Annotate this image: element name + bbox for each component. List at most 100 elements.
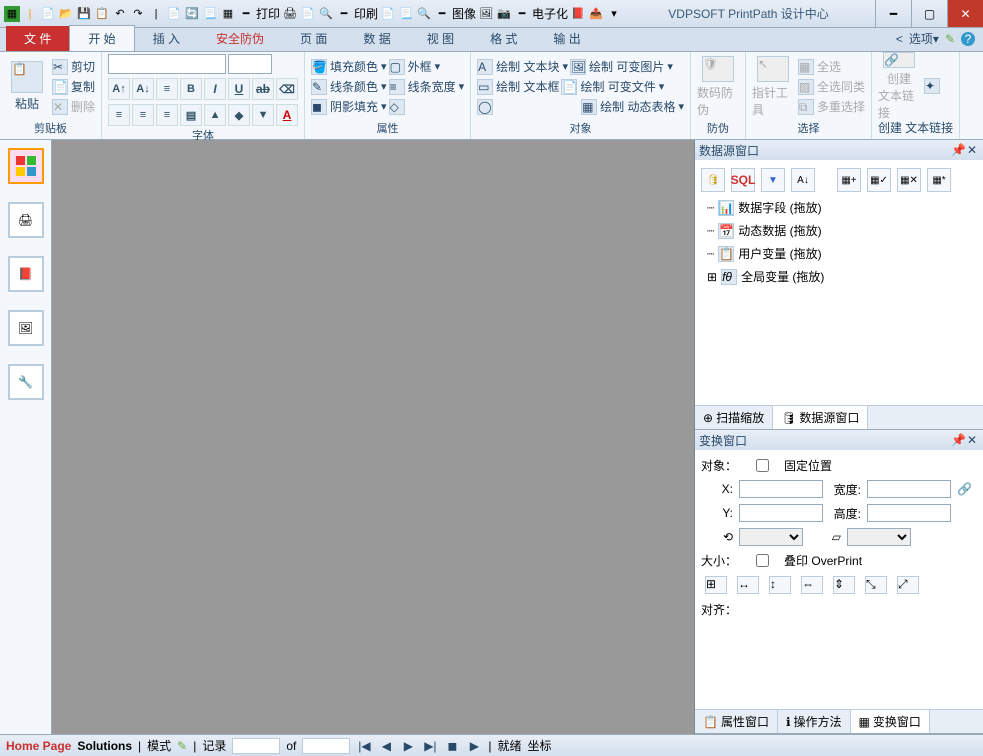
tree-dynamicdata[interactable]: ┈📅动态数据 (拖放) — [699, 219, 979, 242]
print-icon[interactable]: 🖨 — [282, 6, 298, 22]
tab-data-source[interactable]: 🛢数据源窗口 — [773, 406, 868, 429]
align-center-icon[interactable]: ≡ — [132, 104, 154, 126]
close-button[interactable]: ✕ — [947, 0, 983, 27]
press-icon[interactable]: 📄 — [380, 6, 396, 22]
align-left-icon[interactable]: ≡ — [108, 104, 130, 126]
tab-data[interactable]: 数 据 — [345, 26, 408, 51]
pin2-icon[interactable]: 📌 — [951, 433, 965, 447]
qat-print-label[interactable]: 打印 — [256, 5, 280, 22]
draw-textblock-button[interactable]: A绘制 文本块▾ — [477, 57, 568, 76]
valign-top-icon[interactable]: ▲ — [204, 104, 226, 126]
refresh-table-icon[interactable]: ▦* — [927, 168, 951, 192]
draw-textframe-button[interactable]: ▭绘制 文本框 — [477, 77, 559, 96]
minimize-button[interactable]: ━ — [875, 0, 911, 27]
font-color-icon[interactable]: A — [276, 104, 298, 126]
multi-select-button[interactable]: ⧉多重选择 — [798, 97, 865, 116]
press2-icon[interactable]: 📃 — [398, 6, 414, 22]
check-table-icon[interactable]: ▦✓ — [867, 168, 891, 192]
font-family-input[interactable] — [108, 54, 226, 74]
del-table-icon[interactable]: ▦✕ — [897, 168, 921, 192]
create-textlink-button[interactable]: 🔗 创建 文本链接 — [878, 55, 920, 117]
tab-security[interactable]: 安全防伪 — [198, 26, 282, 51]
nav-prev-icon[interactable]: ◀ — [378, 739, 394, 753]
file-menu[interactable]: 文 件 — [6, 26, 69, 51]
panel-close-icon[interactable]: ✕ — [965, 143, 979, 157]
size-tool-5[interactable]: ⇕ — [833, 576, 855, 594]
refresh-icon[interactable]: 🔄 — [184, 6, 200, 22]
copy-button[interactable]: 📄复制 — [52, 77, 95, 96]
preview-icon[interactable]: 🔍 — [318, 6, 334, 22]
nav-play-icon[interactable]: ▶ — [466, 739, 482, 753]
fill-color-button[interactable]: 🪣填充颜色▾ — [311, 57, 387, 76]
x-input[interactable] — [739, 480, 823, 498]
options-menu[interactable]: < 选项▾ ✎ ? — [888, 26, 983, 51]
effect-button[interactable]: ◇ — [389, 97, 405, 116]
qat-digital-label[interactable]: 电子化 — [532, 5, 568, 22]
size-tool-1[interactable]: ⊞ — [705, 576, 727, 594]
tree-uservars[interactable]: ┈📋用户变量 (拖放) — [699, 242, 979, 265]
press3-icon[interactable]: 🔍 — [416, 6, 432, 22]
pin-icon[interactable]: 📌 — [951, 143, 965, 157]
shadow-button[interactable]: ◼阴影填充▾ — [311, 97, 387, 116]
justify-icon[interactable]: ▤ — [180, 104, 202, 126]
width-input[interactable] — [867, 480, 951, 498]
save-icon[interactable]: 💾 — [76, 6, 92, 22]
print2-icon[interactable]: 📄 — [300, 6, 316, 22]
maximize-button[interactable]: ▢ — [911, 0, 947, 27]
size-tool-6[interactable]: ⤡ — [865, 576, 887, 594]
page-icon[interactable]: 📄 — [166, 6, 182, 22]
tab-start[interactable]: 开 始 — [69, 25, 134, 51]
rotate-select[interactable] — [739, 528, 803, 546]
img2-icon[interactable]: 📷 — [496, 6, 512, 22]
underline-icon[interactable]: U — [228, 78, 250, 100]
saveall-icon[interactable]: 📋 — [94, 6, 110, 22]
nav-stop-icon[interactable]: ◼ — [444, 739, 460, 753]
nav-last-icon[interactable]: ▶| — [422, 739, 438, 753]
tool-web[interactable]: 🔧 — [8, 364, 44, 400]
draw-dyntable-button[interactable]: ▦绘制 动态表格▾ — [581, 97, 684, 116]
panel-close2-icon[interactable]: ✕ — [965, 433, 979, 447]
valign-mid-icon[interactable]: ◆ — [228, 104, 250, 126]
grow-font-icon[interactable]: A↑ — [108, 78, 130, 100]
qat-dropdown-icon[interactable]: ▾ — [606, 6, 622, 22]
doc-icon[interactable]: 📃 — [202, 6, 218, 22]
export-icon[interactable]: 📤 — [588, 6, 604, 22]
clear-format-icon[interactable]: ⌫ — [276, 78, 298, 100]
line-width-button[interactable]: ≡线条宽度▾ — [389, 77, 465, 96]
tab-howto[interactable]: ℹ操作方法 — [778, 710, 851, 733]
font-size-input[interactable] — [228, 54, 272, 74]
fixed-pos-checkbox[interactable] — [756, 459, 769, 472]
cut-button[interactable]: ✂剪切 — [52, 57, 95, 76]
paste-button[interactable]: 📋 粘贴 — [6, 56, 48, 118]
tab-view[interactable]: 视 图 — [409, 26, 472, 51]
tool-pdf[interactable]: 📕 — [8, 256, 44, 292]
new-icon[interactable]: 📄 — [40, 6, 56, 22]
record-num-input[interactable] — [232, 738, 280, 754]
draw-shape-button[interactable]: ◯ — [477, 97, 493, 116]
tab-format[interactable]: 格 式 — [472, 26, 535, 51]
record-total-input[interactable] — [302, 738, 350, 754]
status-solutions[interactable]: Solutions — [77, 739, 132, 753]
shrink-font-icon[interactable]: A↓ — [132, 78, 154, 100]
status-mode[interactable]: 模式 — [147, 737, 171, 754]
list-icon[interactable]: ≡ — [156, 78, 178, 100]
draw-varfile-button[interactable]: 📄绘制 可变文件▾ — [561, 77, 664, 96]
tab-insert[interactable]: 插 入 — [135, 26, 198, 51]
help-icon[interactable]: ? — [961, 32, 975, 46]
pdf-icon[interactable]: 📕 — [570, 6, 586, 22]
line-color-button[interactable]: ✎线条颜色▾ — [311, 77, 387, 96]
lock-icon[interactable]: 🔗 — [957, 482, 972, 496]
sql-icon[interactable]: SQL — [731, 168, 755, 192]
open-icon[interactable]: 📂 — [58, 6, 74, 22]
tab-properties[interactable]: 📋属性窗口 — [695, 710, 778, 733]
nav-next-icon[interactable]: ▶ — [400, 739, 416, 753]
height-input[interactable] — [867, 504, 951, 522]
overprint-checkbox[interactable] — [756, 554, 769, 567]
undo-icon[interactable]: ↶ — [112, 6, 128, 22]
tab-page[interactable]: 页 面 — [282, 26, 345, 51]
italic-icon[interactable]: I — [204, 78, 226, 100]
outline-button[interactable]: ▢外框▾ — [389, 57, 441, 76]
qat-image-label[interactable]: 图像 — [452, 5, 476, 22]
select-all-button[interactable]: ▦全选 — [798, 57, 865, 76]
add-table-icon[interactable]: ▦+ — [837, 168, 861, 192]
